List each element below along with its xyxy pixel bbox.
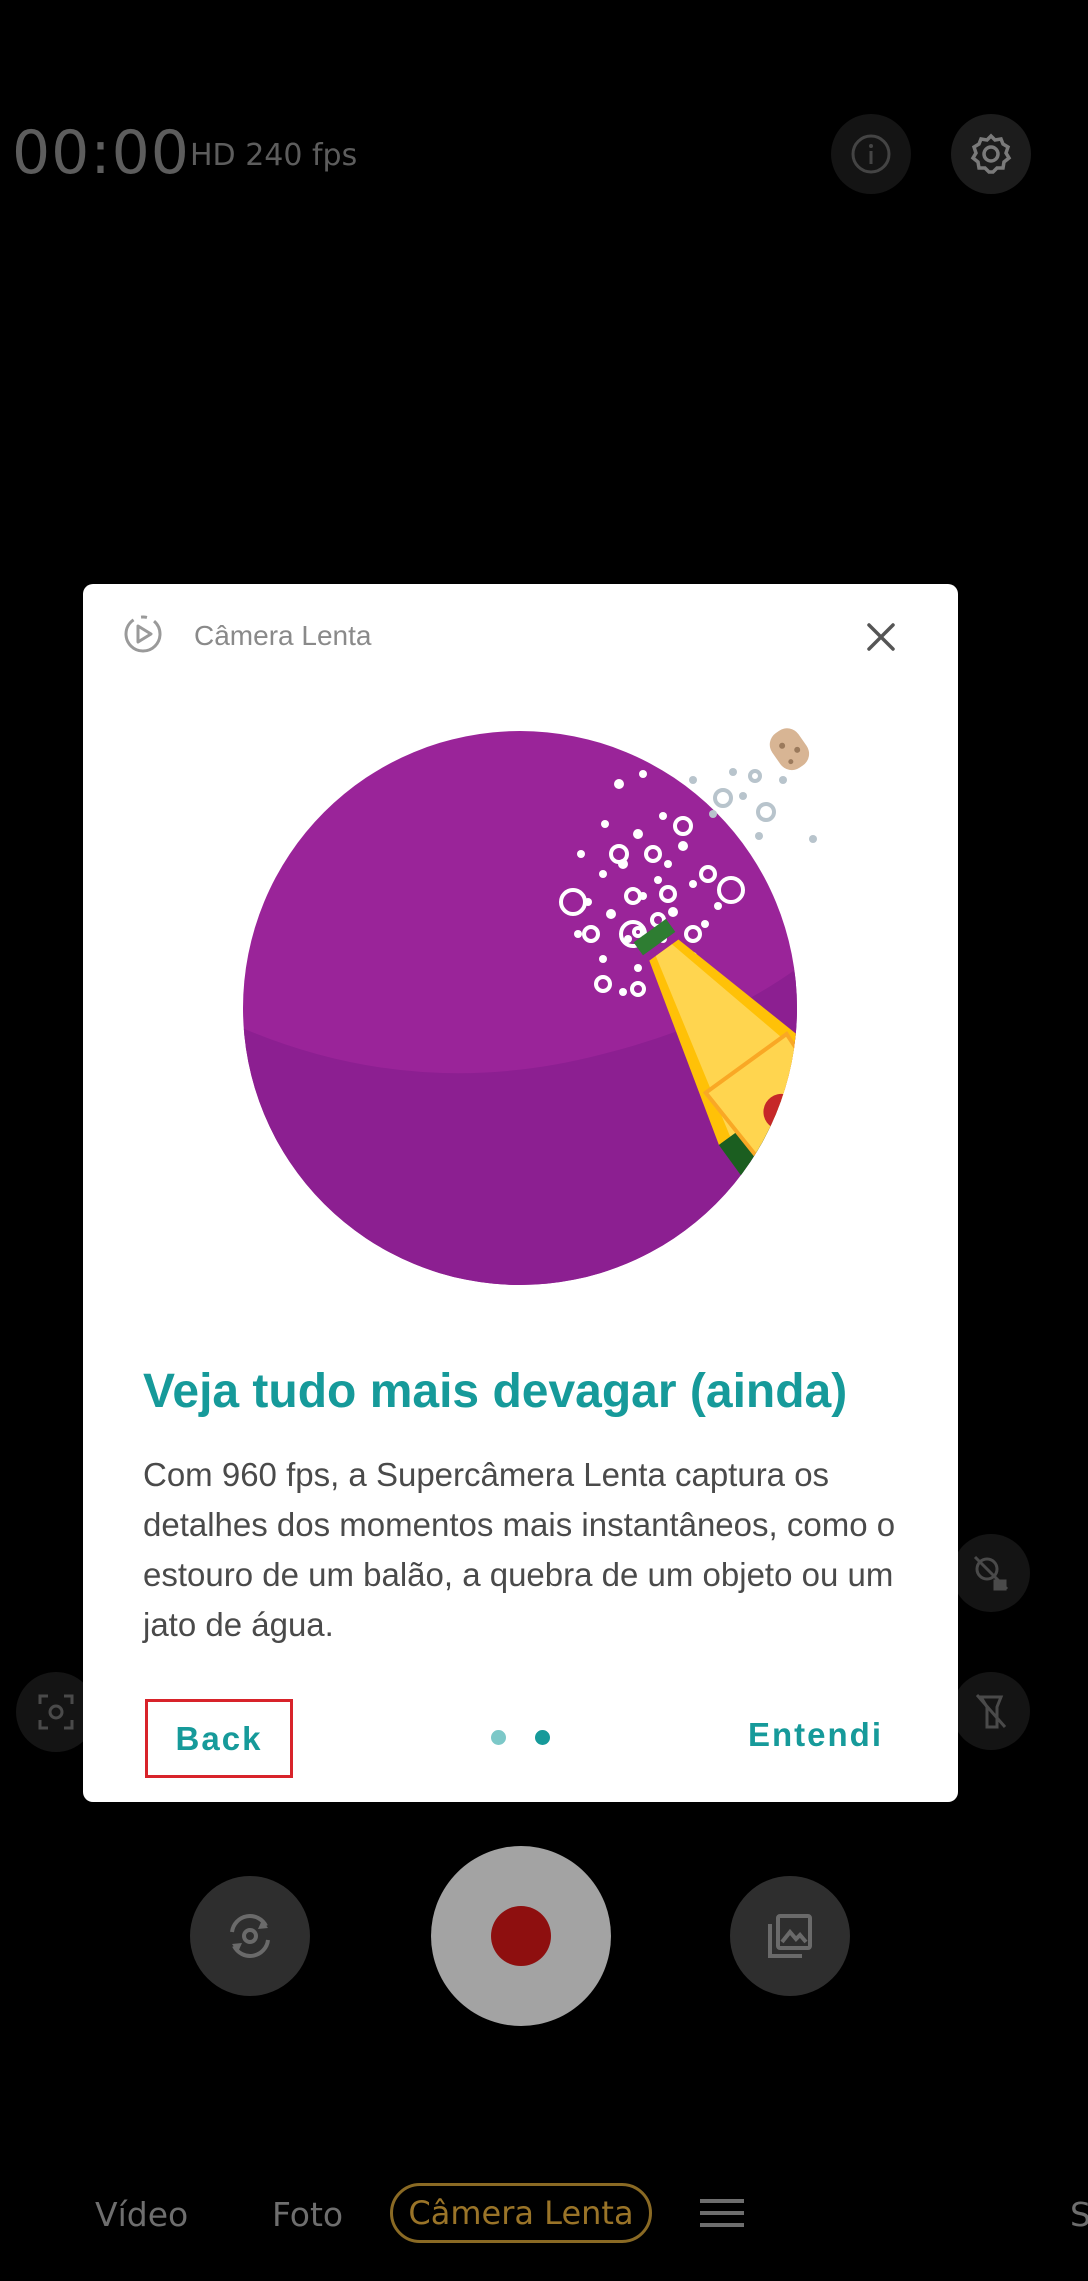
menu-icon[interactable] <box>700 2197 744 2229</box>
back-button[interactable]: Back <box>145 1699 293 1778</box>
record-dot <box>491 1906 551 1966</box>
gallery-icon <box>768 1914 812 1958</box>
recording-timer: 00:00 <box>12 118 190 188</box>
page-dot-1 <box>491 1730 506 1745</box>
page-indicator <box>491 1730 555 1746</box>
page-dot-2 <box>535 1730 550 1745</box>
flip-camera-icon <box>230 1914 270 1958</box>
champagne-illustration <box>243 728 817 1285</box>
mode-video[interactable]: Vídeo <box>95 2195 188 2234</box>
dialog-headline: Veja tudo mais devagar (ainda) <box>143 1365 848 1418</box>
confirm-button[interactable]: Entendi <box>748 1716 883 1754</box>
info-icon <box>851 134 891 174</box>
mode-more[interactable]: Su <box>1070 2195 1088 2234</box>
flash-button[interactable] <box>952 1672 1030 1750</box>
flip-camera-button[interactable] <box>190 1876 310 1996</box>
record-button[interactable] <box>431 1846 611 2026</box>
motion-icon <box>973 1555 1009 1591</box>
video-quality-label[interactable]: HD 240 fps <box>190 138 357 173</box>
dialog-body: Com 960 fps, a Supercâmera Lenta captura… <box>143 1456 896 1643</box>
mode-photo[interactable]: Foto <box>272 2195 343 2234</box>
slowmo-intro-dialog: Câmera Lenta Veja tudo mais devagar (ain… <box>83 584 958 1802</box>
focus-icon <box>38 1694 74 1730</box>
flash-off-icon <box>975 1694 1007 1729</box>
motion-detect-button[interactable] <box>952 1534 1030 1612</box>
mode-slowmo[interactable]: Câmera Lenta <box>390 2183 652 2243</box>
info-button[interactable] <box>831 114 911 194</box>
gear-icon <box>970 133 1012 174</box>
settings-button[interactable] <box>951 114 1031 194</box>
gallery-button[interactable] <box>730 1876 850 1996</box>
mode-selector: Vídeo Foto Câmera Lenta Su <box>0 2183 1088 2247</box>
